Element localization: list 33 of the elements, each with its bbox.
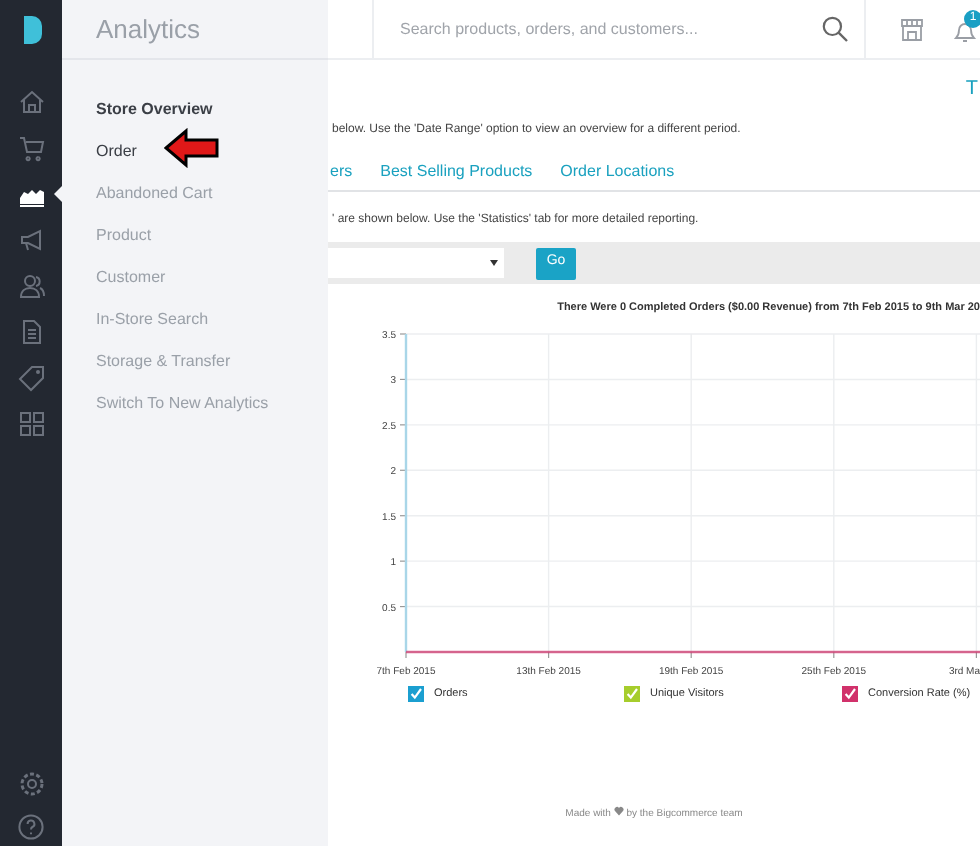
home-icon[interactable] (17, 87, 45, 115)
sidebar-title: Analytics (96, 11, 201, 48)
dropdown-caret-icon (490, 260, 498, 266)
help-icon[interactable] (18, 814, 44, 840)
bell-icon[interactable] (952, 17, 978, 43)
sidebar-item[interactable]: Customer (96, 262, 166, 292)
tab[interactable]: ers (330, 162, 353, 182)
legend-checkbox[interactable] (408, 686, 424, 703)
sidebar-item[interactable]: Product (96, 220, 152, 250)
tab[interactable]: Order Locations (560, 162, 675, 182)
cart-icon[interactable] (17, 133, 45, 161)
legend-checkbox[interactable] (842, 686, 858, 703)
legend-checkbox[interactable] (624, 686, 640, 703)
sidebar-item[interactable]: Order (96, 136, 137, 166)
grid-icon[interactable] (17, 409, 45, 437)
sidebar-item[interactable]: In-Store Search (96, 304, 209, 334)
sidebar-item[interactable]: Store Overview (96, 94, 213, 124)
megaphone-icon[interactable] (17, 225, 45, 253)
sidebar-item[interactable]: Switch To New Analytics (96, 388, 269, 418)
people-icon[interactable] (17, 271, 45, 299)
sidebar-item[interactable]: Abandoned Cart (96, 178, 213, 208)
storefront-icon[interactable] (900, 17, 924, 41)
sidebar-item[interactable]: Storage & Transfer (96, 346, 231, 376)
annotation-arrow (164, 128, 220, 168)
corner-link[interactable]: T (965, 78, 978, 102)
heart-icon (613, 806, 624, 816)
tab[interactable]: Best Selling Products (380, 162, 533, 182)
settings-icon[interactable] (17, 770, 45, 798)
logo-icon[interactable] (19, 14, 43, 44)
tag-icon[interactable] (17, 363, 45, 391)
document-icon[interactable] (17, 317, 45, 345)
search-field[interactable]: Search products, orders, and customers... (400, 17, 822, 41)
search-icon[interactable] (822, 16, 848, 42)
